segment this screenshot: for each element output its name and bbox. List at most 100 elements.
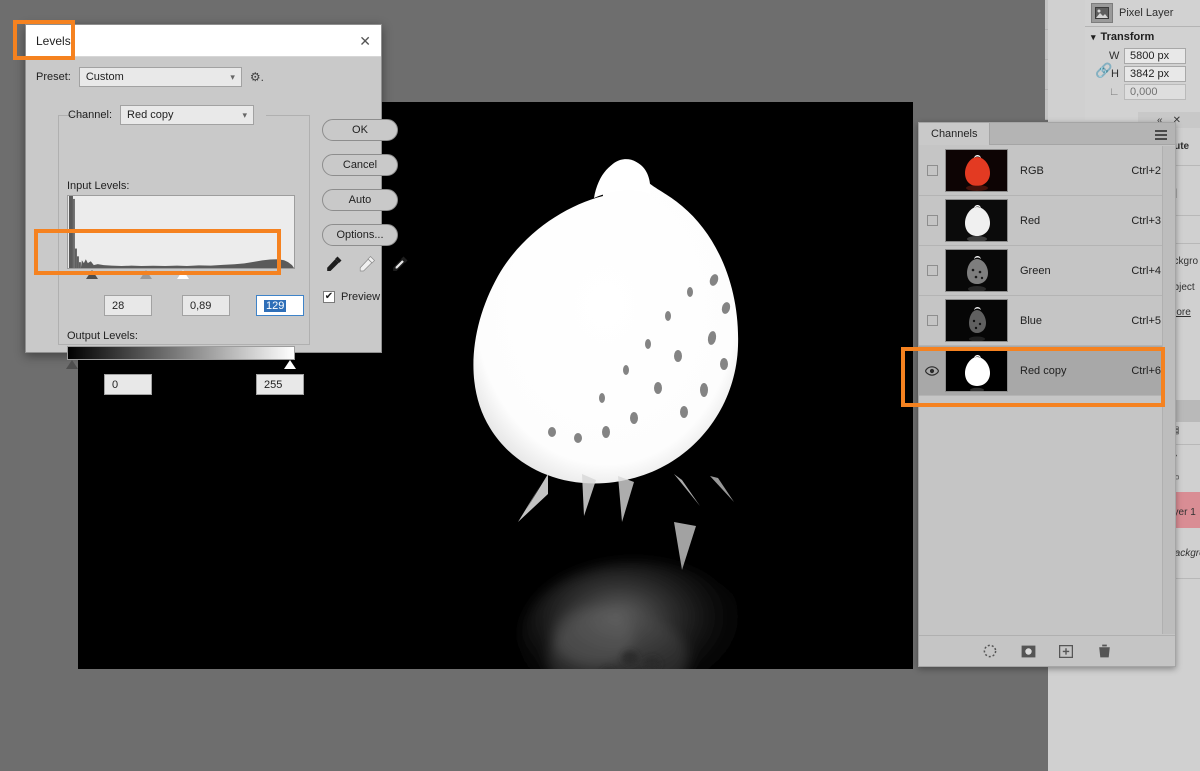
create-new-channel-icon[interactable] bbox=[1058, 643, 1074, 659]
set-black-point-eyedropper[interactable] bbox=[326, 255, 343, 272]
delete-channel-icon[interactable] bbox=[1096, 643, 1112, 659]
channel-visibility-toggle[interactable] bbox=[919, 265, 945, 276]
channel-thumbnail-blue bbox=[945, 299, 1008, 342]
set-white-point-eyedropper[interactable] bbox=[392, 255, 409, 272]
input-levels-sliders[interactable] bbox=[67, 270, 295, 284]
levels-button-column[interactable]: OK Cancel Auto Options... bbox=[322, 119, 398, 259]
cancel-button[interactable]: Cancel bbox=[322, 154, 398, 176]
channels-footer-toolbar[interactable] bbox=[919, 635, 1175, 666]
preset-row[interactable]: Preset: Custom ▾ ⚙​. bbox=[26, 57, 381, 87]
histogram-graph bbox=[68, 196, 294, 268]
chevron-down-icon: ▾ bbox=[230, 72, 235, 82]
pixel-layer-label: Pixel Layer bbox=[1119, 7, 1174, 19]
output-levels-label: Output Levels: bbox=[67, 330, 138, 342]
channel-row[interactable]: Channel: Red copy ▾ bbox=[68, 105, 255, 125]
channels-tab-label: Channels bbox=[931, 128, 978, 140]
channels-scrollbar[interactable] bbox=[1162, 146, 1175, 634]
channels-list[interactable]: RGB Ctrl+2 Red Ctrl+3 Green Ctrl+4 Blue … bbox=[919, 146, 1175, 634]
output-black-value: 0 bbox=[112, 378, 119, 391]
output-black-field[interactable]: 0 bbox=[104, 374, 152, 395]
properties-panel[interactable]: Pixel Layer ▾ Transform W 5800 px H 3842… bbox=[1085, 0, 1200, 120]
channel-visibility-toggle-red-copy[interactable] bbox=[919, 365, 945, 376]
channel-name: Green bbox=[1020, 264, 1051, 277]
midtone-input-slider[interactable] bbox=[140, 270, 152, 279]
auto-button[interactable]: Auto bbox=[322, 189, 398, 211]
output-white-slider[interactable] bbox=[284, 360, 296, 369]
channel-select[interactable]: Red copy ▾ bbox=[120, 105, 255, 125]
channel-thumbnail-red-copy bbox=[945, 349, 1008, 392]
chevron-down-icon: ▾ bbox=[242, 110, 248, 120]
width-label: W bbox=[1109, 50, 1120, 62]
midtone-input-field[interactable]: 0,89 bbox=[182, 295, 230, 316]
shadow-input-value: 28 bbox=[112, 299, 125, 312]
tab-channels[interactable]: Channels bbox=[919, 123, 991, 145]
eyedropper-group[interactable] bbox=[326, 255, 409, 272]
link-aspect-ratio-icon[interactable]: 🔗 bbox=[1095, 62, 1112, 79]
set-gray-point-eyedropper[interactable] bbox=[359, 255, 376, 272]
width-field[interactable]: 5800 px bbox=[1124, 48, 1186, 64]
output-levels-gradient bbox=[67, 346, 295, 360]
channel-thumbnail-red bbox=[945, 199, 1008, 242]
channel-row-red-copy[interactable]: Red copy Ctrl+6 bbox=[919, 346, 1175, 396]
angle-field[interactable]: 0,000 bbox=[1124, 84, 1186, 100]
height-field[interactable]: 3842 px bbox=[1124, 66, 1186, 82]
close-icon[interactable]: ✕ bbox=[359, 33, 371, 50]
channel-value: Red copy bbox=[127, 109, 174, 121]
preview-checkbox[interactable]: ✔ bbox=[323, 291, 335, 303]
properties-layer-type-row: Pixel Layer bbox=[1085, 0, 1200, 26]
preset-value: Custom bbox=[85, 71, 124, 83]
save-selection-as-channel-icon[interactable] bbox=[1020, 643, 1036, 659]
transform-angle-row[interactable]: ∟ 0,000 bbox=[1085, 83, 1200, 101]
highlight-input-slider[interactable] bbox=[177, 270, 189, 279]
highlight-input-field[interactable]: 129 bbox=[256, 295, 304, 316]
output-black-slider[interactable] bbox=[66, 360, 78, 369]
load-channel-as-selection-icon[interactable] bbox=[982, 643, 998, 659]
options-button[interactable]: Options... bbox=[322, 224, 398, 246]
channel-name: Red bbox=[1020, 214, 1041, 227]
transform-section-header[interactable]: ▾ Transform bbox=[1085, 27, 1200, 47]
channel-row-green[interactable]: Green Ctrl+4 bbox=[919, 246, 1175, 296]
input-levels-label: Input Levels: bbox=[67, 180, 130, 192]
channel-row-rgb[interactable]: RGB Ctrl+2 bbox=[919, 146, 1175, 196]
chevron-down-icon: ▾ bbox=[1091, 31, 1096, 42]
channel-row-blue[interactable]: Blue Ctrl+5 bbox=[919, 296, 1175, 346]
preview-row[interactable]: ✔ Preview bbox=[323, 291, 380, 303]
eye-icon bbox=[925, 365, 939, 376]
channel-name: RGB bbox=[1020, 164, 1044, 177]
output-levels-fields[interactable]: 0 255 bbox=[67, 374, 304, 396]
gear-icon[interactable]: ⚙​. bbox=[250, 70, 264, 84]
transform-label: Transform bbox=[1100, 31, 1155, 43]
output-levels-sliders[interactable] bbox=[66, 360, 296, 372]
channel-visibility-toggle[interactable] bbox=[919, 215, 945, 226]
levels-dialog-titlebar[interactable]: Levels ✕ bbox=[26, 25, 381, 57]
pixel-layer-icon bbox=[1091, 3, 1113, 23]
channel-label: Channel: bbox=[68, 109, 113, 121]
levels-dialog[interactable]: Levels ✕ Preset: Custom ▾ ⚙​. Channel: bbox=[25, 24, 408, 395]
channel-visibility-toggle[interactable] bbox=[919, 165, 945, 176]
workspace-bottom-gutter bbox=[0, 669, 1048, 771]
preset-label: Preset: bbox=[36, 71, 71, 83]
input-levels-fields[interactable]: 28 0,89 129 bbox=[67, 295, 304, 317]
ok-button[interactable]: OK bbox=[322, 119, 398, 141]
channel-thumbnail-green bbox=[945, 249, 1008, 292]
panel-menu-icon[interactable] bbox=[1155, 130, 1167, 142]
channel-thumbnail-rgb bbox=[945, 149, 1008, 192]
output-white-field[interactable]: 255 bbox=[256, 374, 304, 395]
midtone-input-value: 0,89 bbox=[190, 299, 212, 312]
channel-visibility-toggle[interactable] bbox=[919, 315, 945, 326]
levels-dialog-body: Preset: Custom ▾ ⚙​. Channel: Red copy ▾ bbox=[26, 57, 408, 395]
photoshop-screenshot: Pixel Layer ▾ Transform W 5800 px H 3842… bbox=[0, 0, 1200, 771]
shadow-input-field[interactable]: 28 bbox=[104, 295, 152, 316]
preset-select[interactable]: Custom ▾ bbox=[78, 67, 242, 87]
highlight-input-value: 129 bbox=[264, 299, 287, 312]
channels-panel[interactable]: Channels RGB Ctrl+2 Red Ctrl+3 Green Ctr… bbox=[918, 122, 1176, 667]
levels-dialog-title: Levels bbox=[36, 33, 71, 48]
preview-label: Preview bbox=[341, 291, 381, 303]
channel-name: Red copy bbox=[1020, 364, 1067, 377]
shadow-input-slider[interactable] bbox=[86, 270, 98, 279]
channel-name: Blue bbox=[1020, 314, 1043, 327]
channel-row-red[interactable]: Red Ctrl+3 bbox=[919, 196, 1175, 246]
output-white-value: 255 bbox=[264, 378, 283, 391]
input-levels-histogram[interactable] bbox=[67, 195, 295, 269]
channels-tab-bar[interactable]: Channels bbox=[919, 123, 1175, 145]
